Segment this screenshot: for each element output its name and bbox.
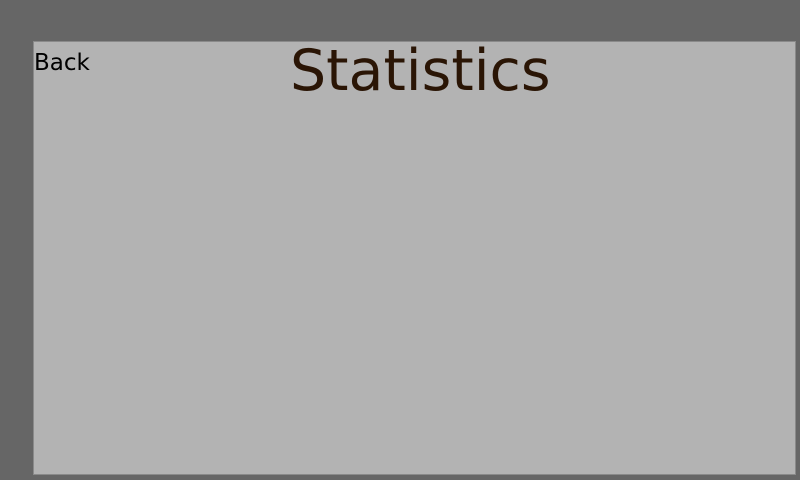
app-screen: Back Statistics [0,0,800,480]
page-title: Statistics [290,38,551,104]
statistics-panel: Back Statistics [33,41,796,475]
